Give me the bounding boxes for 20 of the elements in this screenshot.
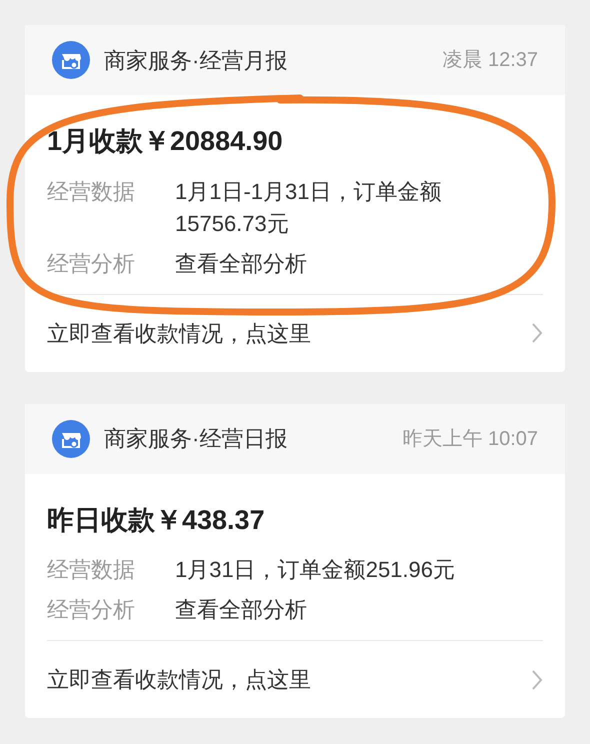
row-value: 1月1日-1月31日，订单金额15756.73元 (175, 178, 443, 238)
row-label: 经营分析 (47, 596, 136, 624)
chevron-right-icon (531, 322, 543, 344)
row-value: 查看全部分析 (175, 596, 308, 624)
message-time: 昨天上午 10:07 (402, 426, 538, 452)
row-value: 查看全部分析 (175, 250, 308, 278)
view-link[interactable]: 立即查看收款情况，点这里 (47, 316, 531, 350)
store-icon (52, 420, 90, 458)
row-value: 1月31日，订单金额251.96元 (175, 556, 456, 584)
view-link[interactable]: 立即查看收款情况，点这里 (47, 663, 531, 696)
row-label: 经营分析 (47, 250, 136, 278)
amount-title: 1月收款￥20884.90 (47, 125, 284, 158)
card-title: 商家服务·经营月报 (104, 46, 288, 74)
chevron-right-icon (531, 668, 543, 690)
row-label: 经营数据 (47, 556, 136, 584)
card-title: 商家服务·经营日报 (104, 425, 288, 453)
amount-title: 昨日收款￥438.37 (47, 504, 266, 536)
message-time: 凌晨 12:37 (442, 48, 538, 73)
store-icon (52, 41, 90, 79)
row-label: 经营数据 (47, 178, 136, 206)
